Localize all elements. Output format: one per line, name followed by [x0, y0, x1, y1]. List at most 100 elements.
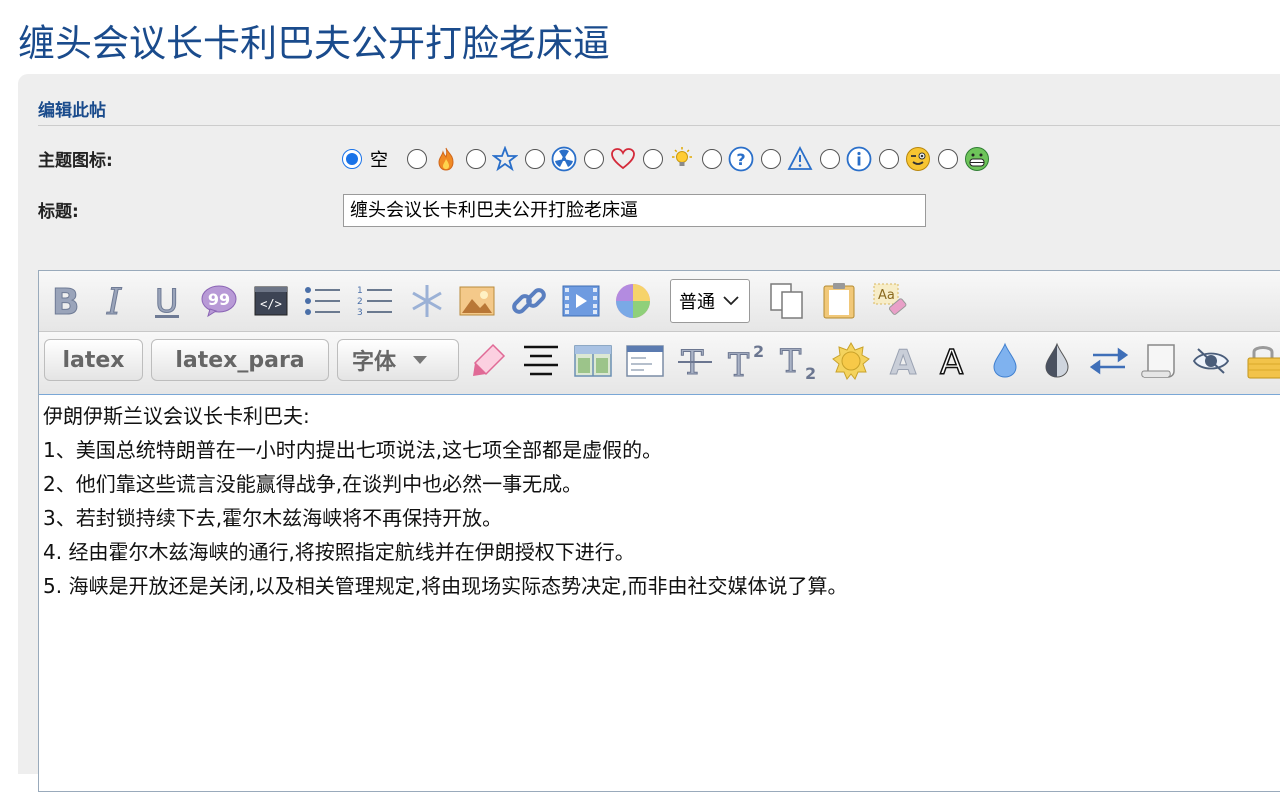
topic-icon-options: 空 ?	[342, 144, 997, 174]
radio[interactable]	[643, 149, 663, 169]
radio[interactable]	[820, 149, 840, 169]
strikethrough-button[interactable]: T	[675, 341, 715, 381]
grin-face-icon	[965, 147, 989, 171]
svg-text:2: 2	[753, 342, 764, 361]
rich-text-editor: B I U 99 </> 123 普通 Aa latex latex_para …	[38, 270, 1280, 792]
window-icon	[626, 345, 664, 377]
underline-icon: U	[155, 282, 179, 320]
svg-text:B: B	[52, 282, 79, 320]
bold-button[interactable]: B	[45, 281, 85, 321]
svg-text:A: A	[890, 343, 917, 380]
italic-button[interactable]: I	[95, 281, 135, 321]
bullet-list-button[interactable]	[303, 281, 343, 321]
direction-toggle-button[interactable]	[1089, 341, 1129, 381]
remove-format-button[interactable]: Aa	[871, 281, 911, 321]
strikethrough-icon: T	[678, 343, 712, 380]
text-outline-button[interactable]: A	[933, 341, 973, 381]
lock-button[interactable]	[1243, 341, 1280, 381]
icon-option-lightbulb[interactable]	[643, 146, 695, 172]
font-size-select[interactable]: 普通	[670, 279, 750, 323]
icon-option-none-label: 空	[370, 150, 388, 171]
underline-button[interactable]: U	[147, 281, 187, 321]
radioactive-icon	[551, 146, 577, 172]
radio[interactable]	[466, 149, 486, 169]
section-title: 编辑此帖	[38, 101, 106, 121]
highlighter-icon	[473, 343, 506, 376]
icon-option-radioactive[interactable]	[525, 146, 577, 172]
image-icon	[459, 286, 495, 316]
text-color-button[interactable]	[985, 341, 1025, 381]
radio[interactable]	[584, 149, 604, 169]
svg-text:2: 2	[805, 364, 816, 380]
radio[interactable]	[938, 149, 958, 169]
subscript-button[interactable]: T2	[779, 341, 819, 381]
text-glow-button[interactable]	[831, 341, 871, 381]
asterisk-icon	[412, 285, 442, 317]
svg-text:99: 99	[208, 290, 230, 309]
code-button[interactable]: </>	[251, 281, 291, 321]
scroll-button[interactable]	[1139, 341, 1179, 381]
sun-icon	[832, 342, 870, 380]
numbered-list-button[interactable]: 123	[355, 281, 395, 321]
icon-option-info[interactable]	[820, 146, 872, 172]
copy-button[interactable]	[767, 281, 807, 321]
icon-option-none[interactable]: 空	[342, 146, 400, 172]
icon-option-fire[interactable]	[407, 146, 459, 172]
icon-option-warning[interactable]	[761, 146, 813, 172]
icon-option-grin[interactable]	[938, 146, 990, 172]
fire-icon	[438, 147, 454, 171]
bullet-list-icon	[305, 287, 340, 315]
contrast-button[interactable]	[1037, 341, 1077, 381]
icon-option-heart[interactable]	[584, 146, 636, 172]
svg-text:A: A	[940, 343, 963, 380]
latex-para-button[interactable]: latex_para	[151, 339, 329, 381]
font-family-select[interactable]: 字体	[337, 339, 459, 381]
heart-icon	[611, 148, 635, 170]
insert-image-button[interactable]	[457, 281, 497, 321]
color-wheel-icon	[616, 284, 650, 318]
numbered-list-icon: 123	[357, 286, 392, 318]
radio-selected[interactable]	[342, 149, 362, 169]
lightbulb-icon	[672, 147, 692, 166]
contrast-drop-icon	[1045, 342, 1069, 378]
insert-video-button[interactable]	[561, 281, 601, 321]
editor-content[interactable]: 伊朗伊斯兰议会议长卡利巴夫: 1、美国总统特朗普在一小时内提出七项说法,这七项全…	[39, 395, 1280, 791]
svg-text:3: 3	[357, 308, 363, 318]
hide-content-button[interactable]	[1191, 341, 1231, 381]
latex-button[interactable]: latex	[44, 339, 143, 381]
content-line: 3、若封锁持续下去,霍尔木兹海峡将不再保持开放。	[43, 506, 503, 530]
title-label: 标题:	[38, 202, 79, 222]
radio[interactable]	[702, 149, 722, 169]
svg-text:</>: </>	[260, 297, 282, 311]
radio[interactable]	[761, 149, 781, 169]
wink-face-icon	[906, 147, 930, 171]
table-button[interactable]	[573, 341, 613, 381]
highlight-button[interactable]	[469, 341, 509, 381]
warning-icon	[787, 146, 813, 170]
align-center-button[interactable]	[521, 341, 561, 381]
color-picker-button[interactable]	[613, 281, 653, 321]
svg-text:2: 2	[357, 297, 363, 307]
svg-text:T: T	[780, 342, 802, 380]
insert-link-button[interactable]	[509, 281, 549, 321]
title-input[interactable]: 缠头会议长卡利巴夫公开打脸老床逼	[343, 194, 926, 227]
icon-option-wink[interactable]	[879, 146, 931, 172]
icon-option-question[interactable]: ?	[702, 146, 754, 172]
font-family-label: 字体	[352, 350, 397, 375]
content-line: 5. 海峡是开放还是关闭,以及相关管理规定,将由现场实际态势决定,而非由社交媒体…	[43, 574, 848, 598]
text-shadow-button[interactable]: A	[883, 341, 923, 381]
svg-text:1: 1	[357, 286, 363, 296]
paste-button[interactable]	[819, 281, 859, 321]
caret-down-icon	[413, 356, 428, 364]
svg-text:Aa: Aa	[878, 288, 895, 303]
radio[interactable]	[525, 149, 545, 169]
radio[interactable]	[407, 149, 427, 169]
quote-button[interactable]: 99	[199, 281, 239, 321]
icon-option-star[interactable]	[466, 146, 518, 172]
superscript-button[interactable]: T2	[727, 341, 767, 381]
template-button[interactable]	[625, 341, 665, 381]
italic-icon: I	[106, 282, 123, 320]
special-char-button[interactable]	[407, 281, 447, 321]
shadow-letter-icon: A	[890, 343, 918, 381]
radio[interactable]	[879, 149, 899, 169]
